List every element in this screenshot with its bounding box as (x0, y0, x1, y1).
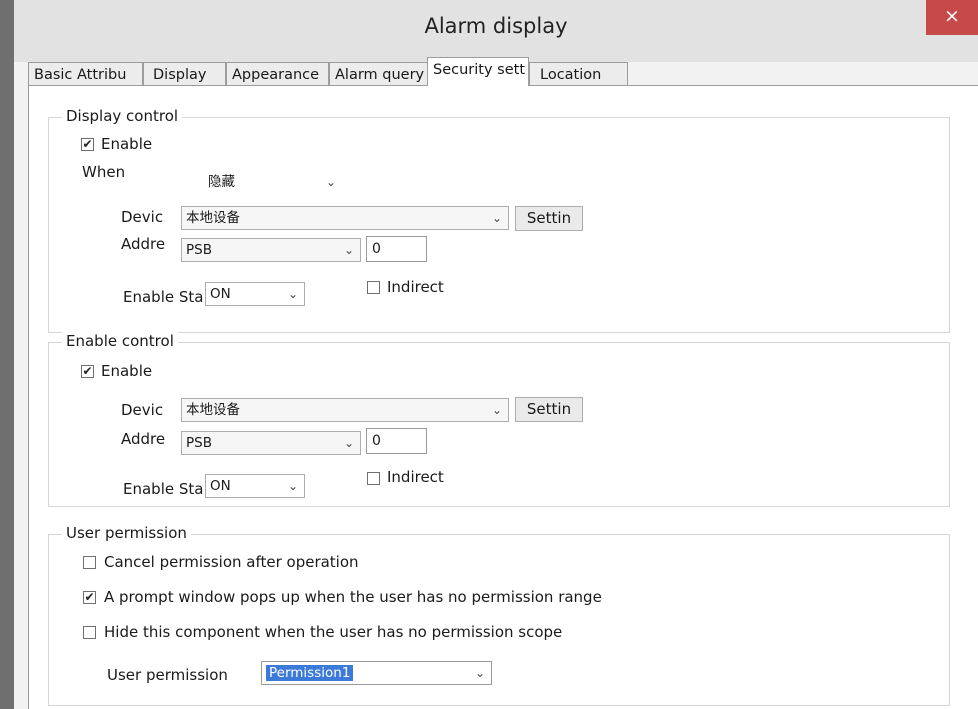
display-enable-checkbox[interactable]: ✔ (81, 138, 94, 151)
tab-basic-attributes[interactable]: Basic Attribu (28, 62, 143, 86)
control-address-type-select[interactable]: PSB ⌄ (181, 431, 361, 455)
enable-control-legend: Enable control (62, 332, 178, 350)
tab-location[interactable]: Location (529, 62, 628, 86)
display-address-type-select[interactable]: PSB ⌄ (181, 238, 361, 262)
chevron-down-icon: ⌄ (287, 479, 298, 493)
chevron-down-icon: ⌄ (491, 403, 502, 417)
control-indirect-checkbox[interactable] (367, 472, 380, 485)
chevron-down-icon: ⌄ (491, 211, 502, 225)
checkmark-icon: ✔ (84, 590, 95, 604)
control-indirect-label: Indirect (387, 468, 444, 486)
control-enable-checkbox[interactable]: ✔ (81, 365, 94, 378)
checkmark-icon: ✔ (82, 364, 93, 378)
hide-component-label: Hide this component when the user has no… (104, 623, 563, 641)
tab-alarm-query[interactable]: Alarm query (329, 62, 428, 86)
control-enable-state-select[interactable]: ON ⌄ (205, 474, 305, 498)
control-device-value: 本地设备 (186, 402, 240, 418)
display-enable-state-select[interactable]: ON ⌄ (205, 282, 305, 306)
close-icon: × (944, 5, 960, 27)
control-address-type-value: PSB (186, 435, 212, 451)
checkmark-icon: ✔ (82, 137, 93, 151)
control-address-label: Addre (121, 430, 166, 448)
display-indirect-label: Indirect (387, 278, 444, 296)
display-enable-state-label: Enable Sta (123, 288, 204, 306)
control-settings-button[interactable]: Settin (515, 397, 583, 422)
display-device-value: 本地设备 (186, 210, 240, 226)
tab-display[interactable]: Display (143, 62, 226, 86)
when-select-value: 隐藏 (208, 174, 235, 190)
user-permission-legend: User permission (62, 524, 191, 542)
user-permission-value: Permission1 (266, 665, 354, 681)
control-enable-state-value: ON (210, 478, 231, 494)
window-title: Alarm display (424, 14, 568, 38)
prompt-window-label: A prompt window pops up when the user ha… (104, 588, 602, 606)
close-button[interactable]: × (926, 0, 978, 35)
chevron-down-icon: ⌄ (343, 436, 354, 450)
chevron-down-icon: ⌄ (325, 175, 336, 189)
chevron-down-icon: ⌄ (343, 243, 354, 257)
control-enable-label: Enable (101, 362, 153, 380)
display-device-label: Devic (121, 208, 164, 226)
control-device-select[interactable]: 本地设备 ⌄ (181, 398, 509, 422)
chevron-down-icon: ⌄ (287, 287, 298, 301)
user-permission-select[interactable]: Permission1 ⌄ (261, 661, 492, 685)
display-device-select[interactable]: 本地设备 ⌄ (181, 206, 509, 230)
control-address-input[interactable]: 0 (366, 428, 427, 454)
hide-component-checkbox[interactable] (83, 626, 96, 639)
when-label: When (82, 163, 126, 181)
chevron-down-icon: ⌄ (474, 666, 485, 680)
control-enable-state-label: Enable Sta (123, 480, 204, 498)
when-select[interactable]: 隐藏 ⌄ (203, 170, 343, 194)
display-address-input[interactable]: 0 (366, 236, 427, 262)
tab-appearance[interactable]: Appearance (226, 62, 329, 86)
display-enable-label: Enable (101, 135, 153, 153)
cancel-permission-checkbox[interactable] (83, 556, 96, 569)
display-settings-button[interactable]: Settin (515, 206, 583, 231)
display-address-type-value: PSB (186, 242, 212, 258)
control-device-label: Devic (121, 401, 164, 419)
display-control-legend: Display control (62, 107, 183, 125)
cancel-permission-label: Cancel permission after operation (104, 553, 359, 571)
user-permission-label: User permission (107, 666, 228, 684)
tab-security-settings[interactable]: Security sett (427, 57, 529, 86)
window-left-border (0, 0, 14, 709)
prompt-window-checkbox[interactable]: ✔ (83, 591, 96, 604)
display-indirect-checkbox[interactable] (367, 281, 380, 294)
display-enable-state-value: ON (210, 286, 231, 302)
display-address-label: Addre (121, 235, 166, 253)
